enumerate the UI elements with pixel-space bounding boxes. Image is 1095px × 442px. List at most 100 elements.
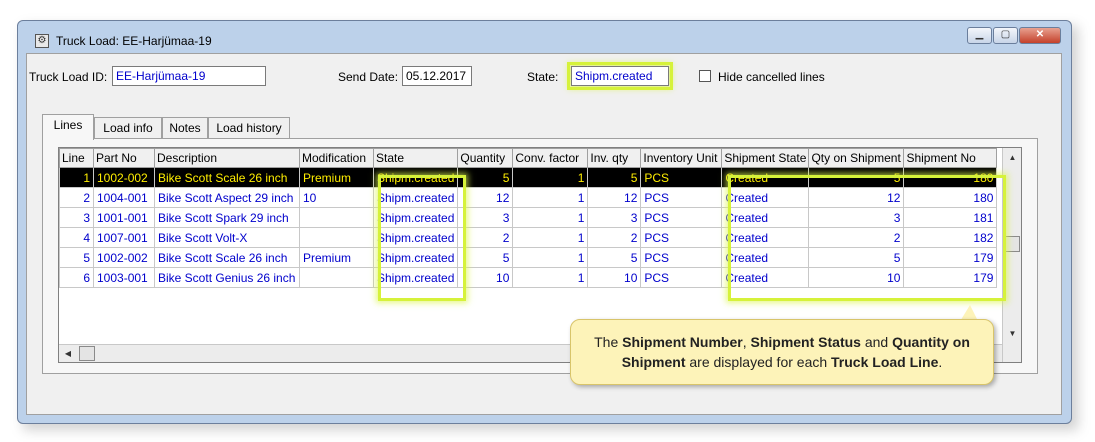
table-row[interactable]: 2 1004-001 Bike Scott Aspect 29 inch 10 Ship…: [59, 187, 998, 208]
table-cell[interactable]: 2: [587, 227, 642, 248]
table-cell[interactable]: 2: [59, 187, 94, 208]
table-cell[interactable]: 3: [457, 207, 514, 228]
state-field[interactable]: Shipm.created: [567, 62, 673, 90]
table-cell[interactable]: Shipm.created: [372, 247, 459, 268]
table-cell[interactable]: Bike Scott Scale 26 inch: [154, 247, 300, 268]
table-cell[interactable]: 2: [457, 227, 514, 248]
column-header[interactable]: Inv. qty: [587, 148, 642, 168]
close-button[interactable]: ✕: [1019, 27, 1061, 44]
tab-load-history[interactable]: Load history: [208, 117, 290, 139]
table-cell[interactable]: 12: [587, 187, 642, 208]
column-header[interactable]: State: [372, 148, 459, 168]
table-cell[interactable]: 10: [587, 267, 642, 288]
table-cell[interactable]: Bike Scott Scale 26 inch: [154, 167, 300, 188]
table-cell[interactable]: 3: [808, 207, 905, 228]
table-cell[interactable]: 1002-002: [93, 167, 155, 188]
table-cell[interactable]: 5: [808, 167, 905, 188]
table-cell[interactable]: 1: [512, 227, 589, 248]
table-cell[interactable]: 1: [512, 187, 589, 208]
scroll-up-icon[interactable]: ▲: [1003, 150, 1021, 166]
column-header[interactable]: Modification: [299, 148, 374, 168]
table-cell[interactable]: Bike Scott Aspect 29 inch: [154, 187, 300, 208]
table-cell[interactable]: 1001-001: [93, 207, 155, 228]
column-header[interactable]: Description: [154, 148, 300, 168]
column-header[interactable]: Quantity: [457, 148, 514, 168]
table-cell[interactable]: 5: [457, 247, 514, 268]
table-cell[interactable]: 5: [587, 167, 642, 188]
column-header[interactable]: Conv. factor: [512, 148, 589, 168]
table-cell[interactable]: 10: [299, 187, 374, 208]
table-cell[interactable]: 5: [59, 247, 94, 268]
scroll-down-icon[interactable]: ▼: [1003, 326, 1021, 342]
table-cell[interactable]: 10: [808, 267, 905, 288]
table-cell[interactable]: 179: [903, 267, 998, 288]
table-cell[interactable]: Created: [721, 227, 810, 248]
table-cell[interactable]: 12: [457, 187, 514, 208]
table-cell[interactable]: 5: [808, 247, 905, 268]
send-date-field[interactable]: 05.12.2017: [402, 66, 472, 86]
table-cell[interactable]: Created: [721, 167, 810, 188]
column-header[interactable]: Shipment State: [721, 148, 810, 168]
table-cell[interactable]: 179: [903, 247, 998, 268]
tab-notes[interactable]: Notes: [162, 117, 208, 139]
table-cell[interactable]: 3: [587, 207, 642, 228]
column-header[interactable]: Inventory Unit: [640, 148, 723, 168]
table-row[interactable]: 3 1001-001 Bike Scott Spark 29 inch Shipm.c…: [59, 207, 998, 228]
table-cell[interactable]: PCS: [640, 267, 723, 288]
table-cell[interactable]: Bike Scott Volt-X: [154, 227, 300, 248]
table-cell[interactable]: PCS: [640, 207, 723, 228]
table-cell[interactable]: 180: [903, 167, 998, 188]
tab-lines[interactable]: Lines: [42, 114, 94, 140]
table-cell[interactable]: 5: [457, 167, 514, 188]
column-header[interactable]: Part No: [93, 148, 155, 168]
table-cell[interactable]: Premium: [299, 247, 374, 268]
table-cell[interactable]: 1: [59, 167, 94, 188]
table-cell[interactable]: Created: [721, 267, 810, 288]
table-cell[interactable]: 1004-001: [93, 187, 155, 208]
column-header[interactable]: Line: [59, 148, 94, 168]
table-cell[interactable]: 182: [903, 227, 998, 248]
table-row[interactable]: 1 1002-002 Bike Scott Scale 26 inch Premium…: [59, 167, 998, 188]
table-cell[interactable]: 1: [512, 207, 589, 228]
table-cell[interactable]: 1: [512, 167, 589, 188]
table-cell[interactable]: PCS: [640, 227, 723, 248]
column-header[interactable]: Shipment No: [903, 148, 998, 168]
tab-load-info[interactable]: Load info: [94, 117, 162, 139]
maximize-button[interactable]: ▢: [993, 27, 1018, 44]
table-cell[interactable]: 4: [59, 227, 94, 248]
table-cell[interactable]: 12: [808, 187, 905, 208]
table-cell[interactable]: 3: [59, 207, 94, 228]
table-cell[interactable]: Created: [721, 207, 810, 228]
table-cell[interactable]: Shipm.created: [372, 187, 459, 208]
table-cell[interactable]: Bike Scott Spark 29 inch: [154, 207, 300, 228]
table-cell[interactable]: 2: [808, 227, 905, 248]
table-cell[interactable]: PCS: [640, 187, 723, 208]
scroll-left-icon[interactable]: ◀: [59, 346, 77, 362]
table-cell[interactable]: Shipm.created: [372, 267, 459, 288]
table-cell[interactable]: 1003-001: [93, 267, 155, 288]
title-bar[interactable]: ⚙ Truck Load: EE-Harjümaa-19 ▁ ▢ ✕: [18, 21, 1071, 51]
column-header[interactable]: Qty on Shipment: [808, 148, 905, 168]
truck-load-id-field[interactable]: EE-Harjümaa-19: [112, 66, 266, 86]
table-cell[interactable]: [299, 207, 374, 228]
table-cell[interactable]: [299, 227, 374, 248]
table-cell[interactable]: 180: [903, 187, 998, 208]
table-cell[interactable]: 1007-001: [93, 227, 155, 248]
table-cell[interactable]: 1: [512, 247, 589, 268]
table-row[interactable]: 6 1003-001 Bike Scott Genius 26 inch Shipm.…: [59, 267, 998, 288]
table-cell[interactable]: PCS: [640, 167, 723, 188]
table-cell[interactable]: 1: [512, 267, 589, 288]
hide-cancelled-checkbox[interactable]: [699, 70, 711, 82]
table-cell[interactable]: 10: [457, 267, 514, 288]
table-row[interactable]: 4 1007-001 Bike Scott Volt-X Shipm.created 2…: [59, 227, 998, 248]
table-cell[interactable]: Shipm.created: [372, 167, 459, 188]
table-cell[interactable]: 6: [59, 267, 94, 288]
table-cell[interactable]: 1002-002: [93, 247, 155, 268]
table-cell[interactable]: Created: [721, 187, 810, 208]
table-row[interactable]: 5 1002-002 Bike Scott Scale 26 inch Premium…: [59, 247, 998, 268]
table-cell[interactable]: 5: [587, 247, 642, 268]
minimize-button[interactable]: ▁: [967, 27, 992, 44]
vertical-scrollbar[interactable]: ▲ ▼: [1002, 148, 1021, 362]
table-cell[interactable]: [299, 267, 374, 288]
table-cell[interactable]: PCS: [640, 247, 723, 268]
